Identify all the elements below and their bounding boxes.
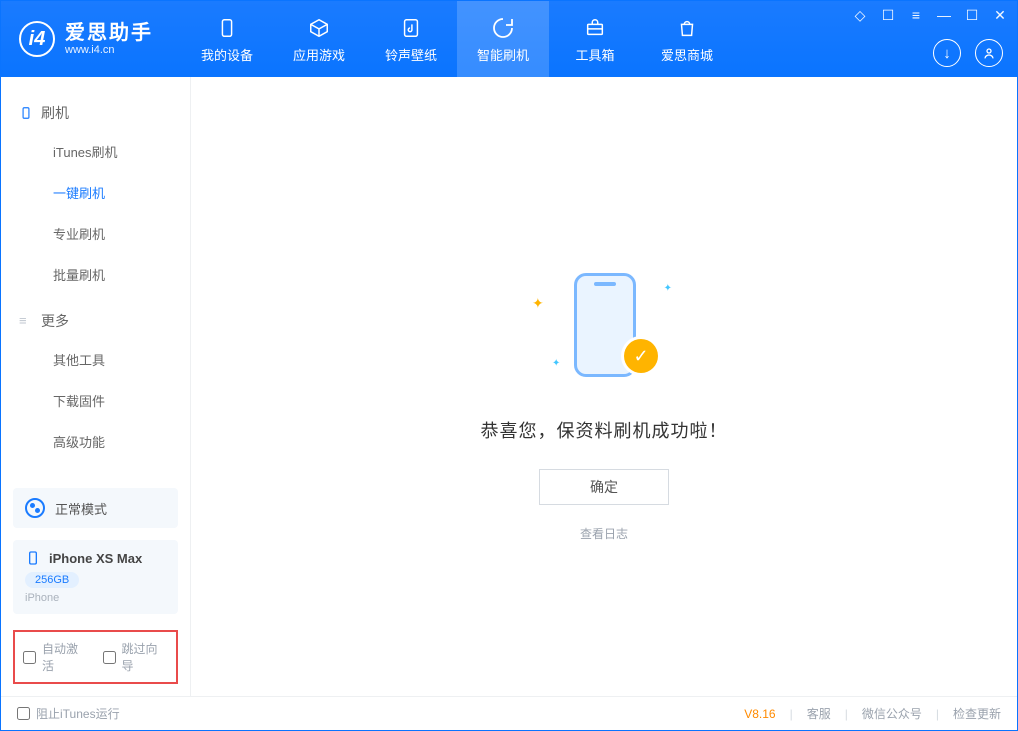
tab-label: 铃声壁纸	[385, 45, 437, 64]
checkbox-label: 跳过向导	[122, 640, 169, 674]
device-info-box[interactable]: iPhone XS Max 256GB iPhone	[13, 540, 178, 614]
sidebar-group-flash: 刷机	[1, 95, 190, 131]
phone-icon	[214, 15, 240, 41]
cube-icon	[306, 15, 332, 41]
download-manager-icon[interactable]: ↓	[933, 39, 961, 67]
checkbox-auto-activate[interactable]: 自动激活	[23, 640, 89, 674]
checkbox-input[interactable]	[103, 651, 116, 664]
tab-label: 爱思商城	[661, 45, 713, 64]
checkbox-block-itunes[interactable]: 阻止iTunes运行	[17, 705, 120, 722]
tab-label: 我的设备	[201, 45, 253, 64]
tab-store[interactable]: 爱思商城	[641, 1, 733, 77]
sidebar-item-advanced[interactable]: 高级功能	[1, 421, 190, 462]
sidebar-item-batch-flash[interactable]: 批量刷机	[1, 254, 190, 295]
top-tabs: 我的设备 应用游戏 铃声壁纸 智能刷机 工具箱 爱思商城	[181, 1, 733, 77]
checkbox-label: 阻止iTunes运行	[36, 705, 120, 722]
feedback-icon[interactable]: ☐	[877, 5, 899, 25]
view-log-link[interactable]: 查看日志	[580, 525, 628, 542]
sparkle-icon: ✦	[552, 358, 560, 369]
footer-link-wechat[interactable]: 微信公众号	[862, 705, 922, 722]
app-title: 爱思助手	[65, 22, 153, 44]
tab-toolbox[interactable]: 工具箱	[549, 1, 641, 77]
maximize-button[interactable]: ☐	[961, 5, 983, 25]
footer-link-update[interactable]: 检查更新	[953, 705, 1001, 722]
skin-icon[interactable]: ◇	[849, 5, 871, 25]
status-bar: 阻止iTunes运行 V8.16 | 客服 | 微信公众号 | 检查更新	[1, 696, 1017, 730]
phone-small-icon	[19, 106, 33, 120]
sidebar-item-itunes-flash[interactable]: iTunes刷机	[1, 131, 190, 172]
sidebar-item-oneclick-flash[interactable]: 一键刷机	[1, 172, 190, 213]
music-file-icon	[398, 15, 424, 41]
version-label: V8.16	[744, 707, 775, 721]
checkbox-input[interactable]	[17, 707, 30, 720]
checkbox-input[interactable]	[23, 651, 36, 664]
tab-my-device[interactable]: 我的设备	[181, 1, 273, 77]
tab-label: 工具箱	[575, 45, 614, 64]
device-storage-badge: 256GB	[25, 572, 79, 588]
app-logo: i4 爱思助手 www.i4.cn	[1, 1, 171, 77]
window-controls: ◇ ☐ ≡ — ☐ ✕	[849, 5, 1011, 25]
mode-icon	[25, 498, 45, 518]
tab-smart-flash[interactable]: 智能刷机	[457, 1, 549, 77]
menu-icon[interactable]: ≡	[905, 5, 927, 25]
title-bar: i4 爱思助手 www.i4.cn 我的设备 应用游戏 铃声壁纸 智能刷机	[1, 1, 1017, 77]
app-subtitle: www.i4.cn	[65, 44, 153, 56]
refresh-shield-icon	[490, 15, 516, 41]
list-icon: ≡	[19, 314, 33, 328]
account-icon[interactable]	[975, 39, 1003, 67]
sparkle-icon: ✦	[664, 283, 672, 294]
footer-link-service[interactable]: 客服	[807, 705, 831, 722]
sidebar-group-more: ≡ 更多	[1, 303, 190, 339]
main-content: ✦ ✦ ✦ ✓ 恭喜您，保资料刷机成功啦！ 确定 查看日志	[191, 77, 1017, 696]
toolbox-icon	[582, 15, 608, 41]
success-check-icon: ✓	[624, 339, 658, 373]
sidebar-group-label: 刷机	[41, 103, 69, 123]
tab-label: 智能刷机	[477, 45, 529, 64]
device-icon	[25, 550, 41, 566]
device-name: iPhone XS Max	[49, 551, 142, 566]
highlighted-options: 自动激活 跳过向导	[13, 630, 178, 684]
success-message: 恭喜您，保资料刷机成功啦！	[481, 417, 728, 443]
logo-icon: i4	[19, 21, 55, 57]
tab-apps-games[interactable]: 应用游戏	[273, 1, 365, 77]
sidebar-item-download-firmware[interactable]: 下载固件	[1, 380, 190, 421]
sidebar: 刷机 iTunes刷机 一键刷机 专业刷机 批量刷机 ≡ 更多 其他工具 下载固…	[1, 77, 191, 696]
checkbox-skip-guide[interactable]: 跳过向导	[103, 640, 169, 674]
bag-icon	[674, 15, 700, 41]
success-illustration: ✦ ✦ ✦ ✓	[544, 267, 664, 387]
ok-button[interactable]: 确定	[539, 469, 669, 505]
sidebar-group-label: 更多	[41, 311, 69, 331]
device-mode-box[interactable]: 正常模式	[13, 488, 178, 528]
sparkle-icon: ✦	[532, 295, 544, 312]
device-type: iPhone	[25, 592, 166, 604]
mode-label: 正常模式	[55, 499, 107, 518]
tab-ringtones[interactable]: 铃声壁纸	[365, 1, 457, 77]
minimize-button[interactable]: —	[933, 5, 955, 25]
checkbox-label: 自动激活	[42, 640, 89, 674]
sidebar-item-other-tools[interactable]: 其他工具	[1, 339, 190, 380]
sidebar-item-pro-flash[interactable]: 专业刷机	[1, 213, 190, 254]
close-button[interactable]: ✕	[989, 5, 1011, 25]
tab-label: 应用游戏	[293, 45, 345, 64]
